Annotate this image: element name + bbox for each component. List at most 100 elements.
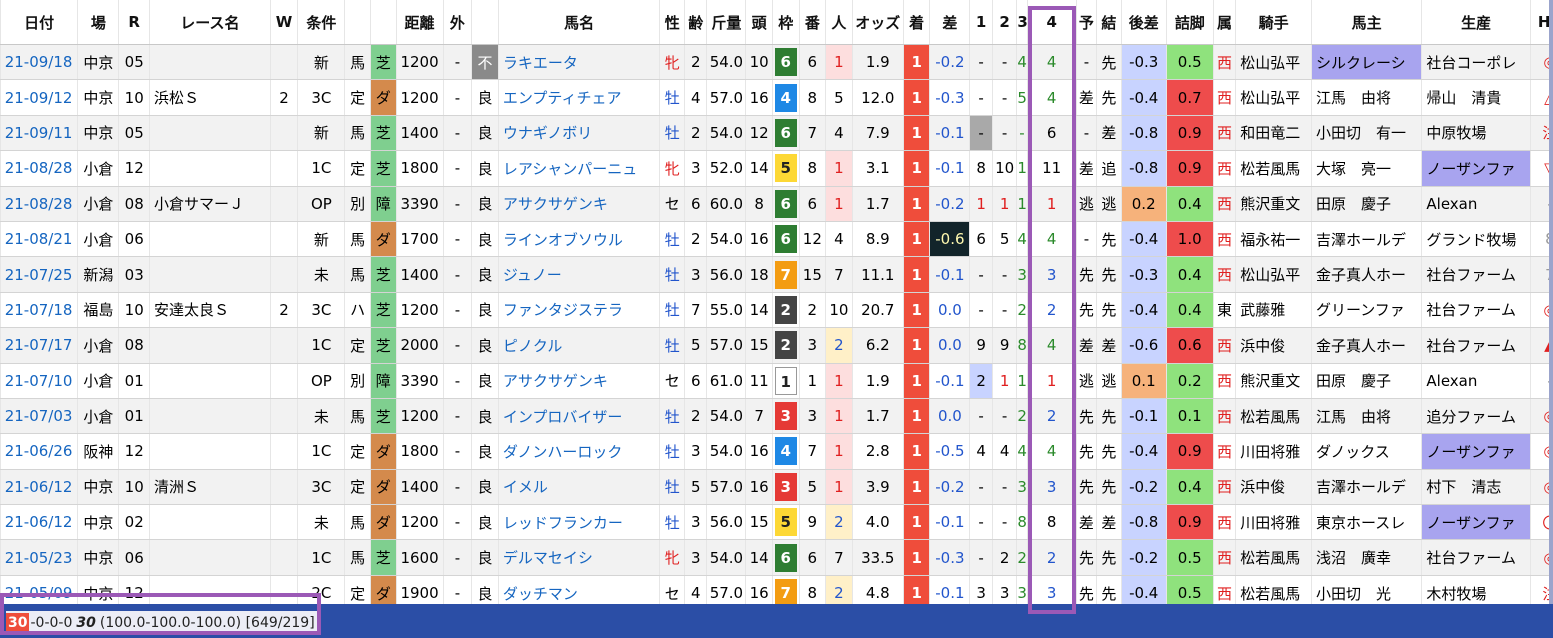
header-race-no[interactable]: R bbox=[118, 0, 151, 45]
race-date-link[interactable]: 21-06/26 bbox=[0, 433, 79, 470]
horse-name-link[interactable]: アサクサゲンキ bbox=[498, 363, 661, 399]
corner-2: - bbox=[992, 469, 1018, 506]
race-name bbox=[149, 398, 271, 435]
header-date[interactable]: 日付 bbox=[0, 0, 79, 45]
header-popularity[interactable]: 人 bbox=[825, 0, 853, 45]
horse-name-link[interactable]: ウナギノボリ bbox=[498, 115, 661, 152]
header-sex[interactable]: 性 bbox=[659, 0, 685, 45]
race-date-link[interactable]: 21-08/21 bbox=[0, 221, 79, 258]
header-finish[interactable]: 着 bbox=[903, 0, 931, 45]
scrollbar-track[interactable] bbox=[1549, 0, 1553, 604]
header-condition[interactable] bbox=[471, 0, 499, 45]
header-distance[interactable]: 距離 bbox=[396, 0, 444, 45]
waku-badge: 4 bbox=[774, 83, 797, 112]
horse-name-link[interactable]: イメル bbox=[498, 469, 661, 506]
table-row[interactable]: 21-07/10 小倉 01 OP 別障 3390- 良アサクサゲンキセ 6 61.0 11 1 1 1… bbox=[0, 363, 1553, 399]
horse-name-link[interactable]: インプロバイザー bbox=[498, 398, 661, 435]
distance: 1400 bbox=[396, 469, 444, 506]
corner-4: 4 bbox=[1027, 327, 1077, 364]
header-jockey[interactable]: 騎手 bbox=[1235, 0, 1312, 45]
horse-name-link[interactable]: ラインオブソウル bbox=[498, 221, 661, 258]
corner-3: - bbox=[1016, 115, 1028, 152]
race-date-link[interactable]: 21-08/28 bbox=[0, 150, 79, 187]
table-row[interactable]: 21-07/17 小倉 08 1C 定芝 2000- 良ピノクル牡 5 57.0 15 2 3 2 6.2… bbox=[0, 327, 1553, 364]
header-weight[interactable]: W bbox=[270, 0, 299, 45]
race-date-link[interactable]: 21-05/23 bbox=[0, 539, 79, 576]
header-result[interactable]: 結 bbox=[1096, 0, 1122, 45]
header-heads[interactable]: 頭 bbox=[745, 0, 773, 45]
header-venue[interactable]: 場 bbox=[77, 0, 120, 45]
horse-name-link[interactable]: デルマセイシ bbox=[498, 539, 661, 576]
header-surface[interactable] bbox=[370, 0, 397, 45]
horse-name-link[interactable]: レッドフランカー bbox=[498, 504, 661, 541]
race-date-link[interactable]: 21-05/09 bbox=[0, 575, 79, 604]
horse-name-link[interactable]: ダノンハーロック bbox=[498, 433, 661, 470]
header-pos-1[interactable]: 1 bbox=[969, 0, 993, 45]
popularity: 4 bbox=[825, 221, 853, 258]
horse-name-link[interactable]: アサクサゲンキ bbox=[498, 186, 661, 222]
table-row[interactable]: 21-06/26 阪神 12 1C 定ダ 1800- 良ダノンハーロック牡 3 54.0 16 4 7… bbox=[0, 433, 1553, 470]
race-date-link[interactable]: 21-08/28 bbox=[0, 186, 79, 222]
header-producer[interactable]: 生産 bbox=[1421, 0, 1531, 45]
sprint-score: 0.9 bbox=[1166, 150, 1214, 187]
distance: 1900 bbox=[396, 575, 444, 604]
venue: 中京 bbox=[77, 539, 120, 576]
table-row[interactable]: 21-07/03 小倉 01 未馬芝 1200- 良インプロバイザー牡 2 54.0 7 3 3 1 1… bbox=[0, 398, 1553, 435]
race-date-link[interactable]: 21-06/12 bbox=[0, 469, 79, 506]
horse-name-link[interactable]: ファンタジステラ bbox=[498, 292, 661, 329]
header-waku[interactable]: 枠 bbox=[772, 0, 800, 45]
outer-course: - bbox=[443, 327, 473, 364]
header-class[interactable]: 条件 bbox=[297, 0, 346, 45]
table-row[interactable]: 21-08/28 小倉 12 1C 定芝 1800- 良レアシャンパーニュ牝 3 52.0 14 5… bbox=[0, 150, 1553, 187]
table-row[interactable]: 21-07/18 福島 10 安達太良Ｓ 2 3C ハ芝 1200- 良ファンタジステラ牡 7 55… bbox=[0, 292, 1553, 329]
table-row[interactable]: 21-09/11 中京 05 新馬芝 1400- 良ウナギノボリ牡 2 54.0 12 6 7 4 7.… bbox=[0, 115, 1553, 152]
table-row[interactable]: 21-08/21 小倉 06 新馬ダ 1700- 良ラインオブソウル牡 2 54.0 16 6 12… bbox=[0, 221, 1553, 258]
horse-name-link[interactable]: ピノクル bbox=[498, 327, 661, 364]
corner-4: 2 bbox=[1027, 398, 1077, 435]
header-pos-3[interactable]: 3 bbox=[1016, 0, 1028, 45]
header-late-diff[interactable]: 後差 bbox=[1121, 0, 1167, 45]
header-race-name[interactable]: レース名 bbox=[149, 0, 271, 45]
header-outer[interactable]: 外 bbox=[443, 0, 473, 45]
header-rule[interactable] bbox=[344, 0, 371, 45]
race-date-link[interactable]: 21-09/12 bbox=[0, 79, 79, 116]
table-row[interactable]: 21-08/28 小倉 08 小倉サマーＪ OP 別障 3390- 良アサクサゲンキセ 6 60.… bbox=[0, 186, 1553, 222]
header-carried-weight[interactable]: 斤量 bbox=[706, 0, 747, 45]
horse-name-link[interactable]: ダッチマン bbox=[498, 575, 661, 604]
table-row[interactable]: 221-06/12中京10清洲Ｓ3C定ダ1400-良イメル牡557.016351… bbox=[0, 469, 1553, 506]
header-horse-name[interactable]: 馬名 bbox=[498, 0, 661, 45]
header-owner[interactable]: 馬主 bbox=[1311, 0, 1423, 45]
race-date-link[interactable]: 21-07/10 bbox=[0, 363, 79, 399]
late-diff: 0.1 bbox=[1121, 363, 1167, 399]
late-diff: -0.2 bbox=[1121, 469, 1167, 506]
race-date-link[interactable]: 21-09/18 bbox=[0, 44, 79, 81]
header-sprint[interactable]: 詰脚 bbox=[1166, 0, 1214, 45]
header-odds[interactable]: オッズ bbox=[852, 0, 904, 45]
horse-name-link[interactable]: ラキエータ bbox=[498, 44, 661, 81]
table-row[interactable]: 021-05/09中京122C定ダ1900-良ダッチマンセ457.0167824… bbox=[0, 575, 1553, 604]
finish-position: 1 bbox=[903, 504, 931, 541]
header-prediction[interactable]: 予 bbox=[1076, 0, 1098, 45]
header-margin[interactable]: 差 bbox=[929, 0, 971, 45]
race-date-link[interactable]: 21-07/25 bbox=[0, 256, 79, 293]
header-pos-2[interactable]: 2 bbox=[992, 0, 1018, 45]
horse-name-link[interactable]: エンプティチェア bbox=[498, 79, 661, 116]
table-row[interactable]: 321-06/12中京02未馬ダ1200-良レッドフランカー牡356.01559… bbox=[0, 504, 1553, 541]
horse-name-link[interactable]: レアシャンパーニュ bbox=[498, 150, 661, 187]
table-row[interactable]: 21-09/12 中京 10 浜松Ｓ 2 3C 定ダ 1200- 良エンプティチェア牡 4 57.0… bbox=[0, 79, 1553, 116]
race-date-link[interactable]: 21-06/12 bbox=[0, 504, 79, 541]
table-row[interactable]: 21-09/18 中京 05 新馬芝 1200- 不ラキエータ牝 2 54.0 10 6 6 1 1.9… bbox=[0, 44, 1553, 81]
race-date-link[interactable]: 21-07/17 bbox=[0, 327, 79, 364]
affiliation: 西 bbox=[1213, 539, 1237, 576]
race-date-link[interactable]: 21-07/03 bbox=[0, 398, 79, 435]
header-number[interactable]: 番 bbox=[799, 0, 827, 45]
header-age[interactable]: 齢 bbox=[684, 0, 708, 45]
track-condition: 良 bbox=[471, 186, 499, 222]
header-affiliation[interactable]: 属 bbox=[1213, 0, 1237, 45]
header-pos-4[interactable]: 4 bbox=[1027, 0, 1077, 45]
table-row[interactable]: 21-07/25 新潟 03 未馬芝 1400- 良ジュノー牡 3 56.0 18 7 15 7 11.… bbox=[0, 256, 1553, 293]
table-row[interactable]: 721-05/23中京061C馬芝1600-良デルマセイシ牝354.014667… bbox=[0, 539, 1553, 576]
race-date-link[interactable]: 21-07/18 bbox=[0, 292, 79, 329]
horse-name-link[interactable]: ジュノー bbox=[498, 256, 661, 293]
race-date-link[interactable]: 21-09/11 bbox=[0, 115, 79, 152]
